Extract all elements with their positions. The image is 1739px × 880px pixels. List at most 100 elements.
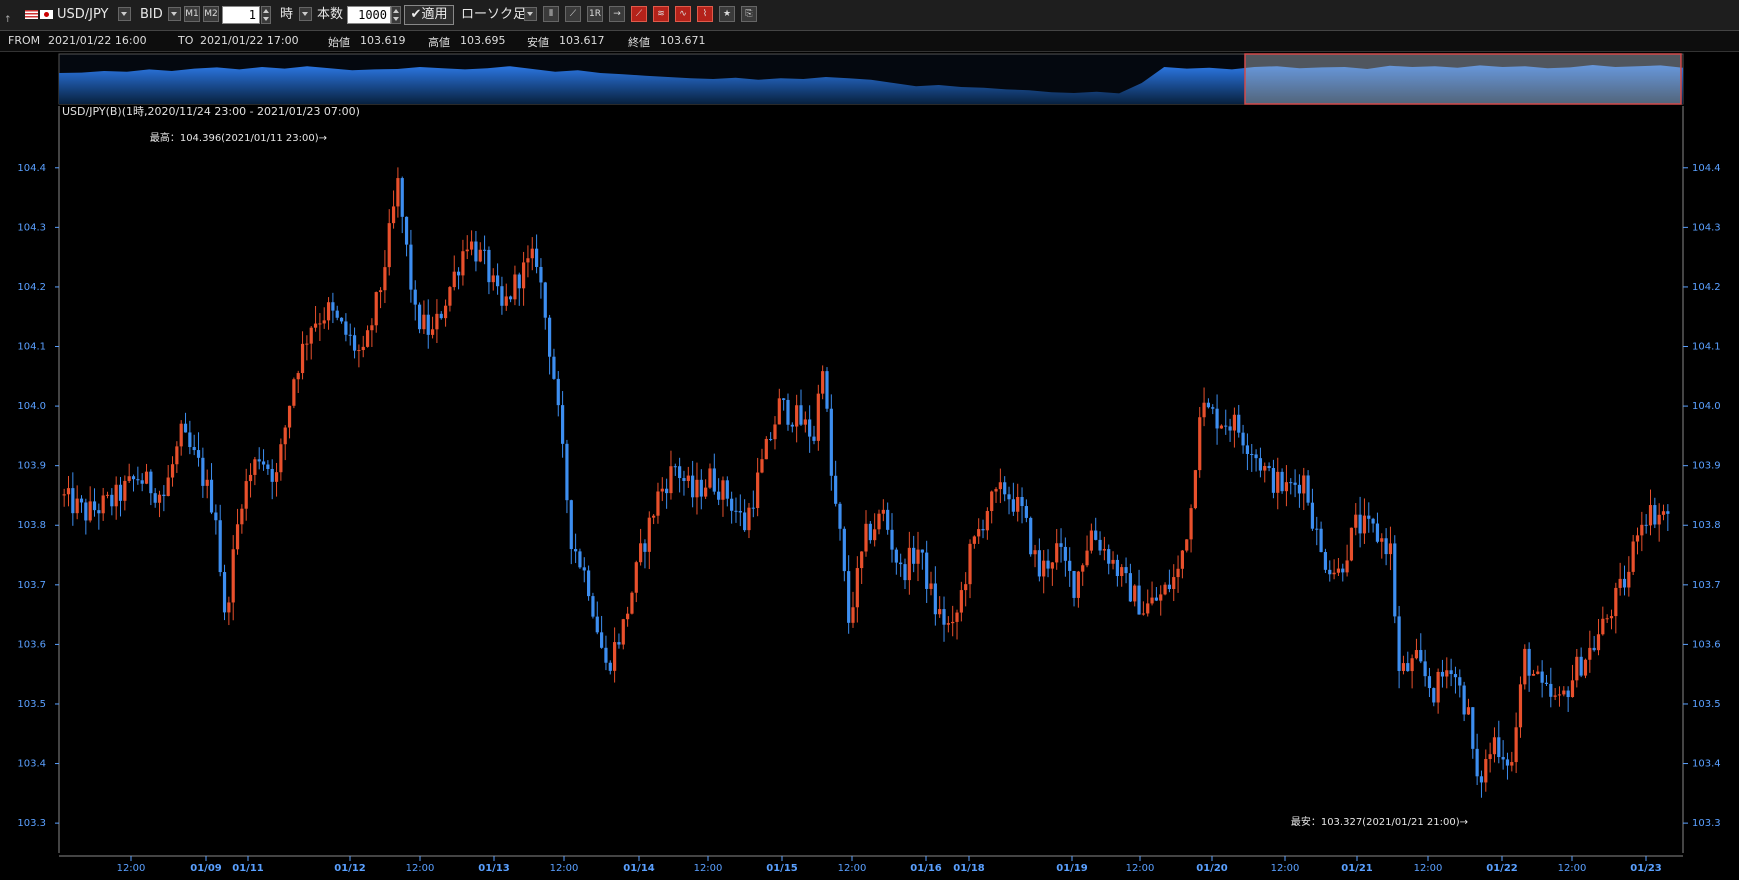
candle — [266, 460, 270, 475]
candle — [1133, 584, 1137, 607]
1r-icon[interactable]: 1R — [587, 6, 603, 22]
y-tick-label-right: 103.5 — [1692, 699, 1721, 710]
candle — [578, 548, 582, 569]
candle — [435, 299, 439, 343]
candle — [84, 498, 88, 535]
candle — [665, 478, 669, 509]
star-icon[interactable]: ★ — [719, 6, 735, 22]
candle — [214, 504, 218, 535]
x-tick-label: 01/11 — [232, 863, 264, 874]
candle — [1501, 740, 1505, 770]
collapse-icon[interactable]: ↑ — [4, 15, 12, 25]
count-input[interactable]: 1000 — [347, 6, 391, 24]
candle-type-icon[interactable]: ⫴ — [543, 6, 559, 22]
candle — [760, 448, 764, 474]
candle — [491, 268, 495, 291]
candle — [114, 476, 118, 520]
candle — [404, 216, 409, 257]
m2-icon[interactable]: M2 — [203, 6, 219, 22]
candle — [357, 344, 361, 368]
to-value: 2021/01/22 17:00 — [200, 34, 299, 47]
candle — [764, 436, 768, 460]
candle — [595, 601, 599, 635]
line-type-icon[interactable]: ⟋ — [565, 6, 581, 22]
band-icon[interactable]: ≋ — [653, 6, 669, 22]
y-tick-label-left: 103.7 — [17, 580, 46, 591]
candle — [465, 235, 469, 260]
y-tick-label-left: 103.4 — [17, 759, 46, 770]
candle — [1328, 560, 1332, 582]
x-tick-label: 01/15 — [766, 863, 798, 874]
candle — [305, 335, 309, 361]
from-value: 2021/01/22 16:00 — [48, 34, 147, 47]
x-tick-label: 01/22 — [1486, 863, 1518, 874]
period-unit-dropdown[interactable] — [299, 7, 312, 21]
candle — [1267, 462, 1271, 472]
candle — [1596, 618, 1601, 656]
export-icon[interactable]: ⎘ — [741, 6, 757, 22]
candle — [1206, 398, 1211, 409]
candle — [1128, 563, 1132, 603]
side-dropdown[interactable] — [168, 7, 181, 21]
candle — [1570, 664, 1575, 698]
candle — [886, 502, 890, 535]
trend-icon[interactable]: ⟋ — [631, 6, 647, 22]
candle — [157, 490, 162, 518]
chart-type-dropdown[interactable] — [524, 7, 537, 21]
candle — [959, 581, 963, 622]
x-tick-label: 01/09 — [190, 863, 222, 874]
candle — [1107, 544, 1111, 575]
x-tick-label: 01/19 — [1056, 863, 1088, 874]
candle — [1280, 468, 1284, 494]
candle — [196, 432, 201, 467]
count-stepper[interactable] — [391, 6, 401, 24]
navigator-selection[interactable] — [1244, 53, 1682, 105]
candle — [504, 283, 508, 311]
candle — [279, 438, 283, 481]
candle — [691, 460, 695, 508]
price-chart[interactable]: USD/JPY(B)(1時,2020/11/24 23:00 - 2021/01… — [0, 53, 1739, 880]
candle — [1224, 409, 1228, 435]
candle — [110, 488, 114, 516]
candle — [1375, 512, 1380, 544]
candle — [1271, 459, 1276, 499]
candle — [1510, 751, 1514, 772]
candle — [396, 167, 400, 218]
candle — [391, 190, 396, 229]
candle — [452, 255, 456, 291]
candle — [101, 487, 105, 521]
candle — [1024, 499, 1028, 523]
m1-icon[interactable]: M1 — [184, 6, 200, 22]
close-label: 終値 — [628, 36, 650, 49]
candle — [456, 267, 461, 290]
candle — [704, 479, 708, 499]
candle — [1172, 564, 1176, 602]
x-tick-label: 01/20 — [1196, 863, 1228, 874]
candle — [1150, 581, 1154, 606]
candle — [508, 295, 513, 303]
candle — [1293, 469, 1297, 498]
candle — [240, 504, 244, 534]
period-input[interactable]: 1 — [222, 6, 260, 24]
candle — [1557, 686, 1562, 707]
candle — [1458, 669, 1462, 698]
candle — [1167, 569, 1171, 593]
candle — [981, 519, 985, 539]
period-stepper[interactable] — [261, 6, 271, 24]
candle — [339, 317, 344, 324]
candle — [335, 305, 339, 321]
apply-button[interactable]: ✔適用 — [404, 5, 454, 25]
symbol-dropdown[interactable] — [118, 7, 131, 21]
wave-icon[interactable]: ⌇ — [697, 6, 713, 22]
oscillator-icon[interactable]: ∿ — [675, 6, 691, 22]
candle — [1406, 651, 1410, 672]
candle — [1228, 418, 1232, 442]
candle — [1141, 601, 1145, 616]
candle — [998, 468, 1002, 504]
check-icon: ✔ — [410, 7, 422, 22]
candle — [712, 453, 716, 495]
candle — [1648, 489, 1653, 536]
candle — [1367, 502, 1371, 533]
candle — [513, 265, 517, 306]
arrow-icon[interactable]: → — [609, 6, 625, 22]
